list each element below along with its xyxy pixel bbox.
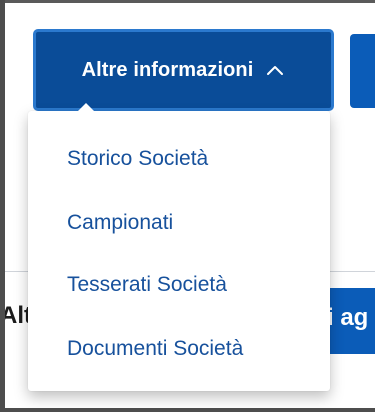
adjacent-button[interactable]	[350, 34, 375, 108]
menu-item-campionati[interactable]: Campionati	[67, 207, 173, 239]
dropdown-menu: Storico Società Campionati Tesserati Soc…	[28, 111, 330, 391]
dropdown-toggle-label: Altre informazioni	[81, 58, 254, 81]
menu-item-documenti-societa[interactable]: Documenti Società	[67, 333, 243, 365]
background-tab-fragment-right: i ag	[327, 304, 369, 331]
menu-item-tesserati-societa[interactable]: Tesserati Società	[67, 269, 227, 301]
chevron-up-icon	[265, 60, 285, 80]
dropdown-menu-list: Storico Società Campionati Tesserati Soc…	[28, 111, 330, 391]
window-edge-left	[0, 0, 5, 412]
menu-item-storico-societa[interactable]: Storico Società	[67, 143, 208, 175]
screenshot-frame: Alt i ag Altre informazioni Storico Soci…	[0, 0, 375, 412]
window-edge-top	[0, 0, 375, 3]
window-edge-bottom	[0, 408, 375, 412]
altre-informazioni-dropdown-toggle[interactable]: Altre informazioni	[33, 29, 334, 111]
dropdown-caret	[77, 103, 95, 112]
